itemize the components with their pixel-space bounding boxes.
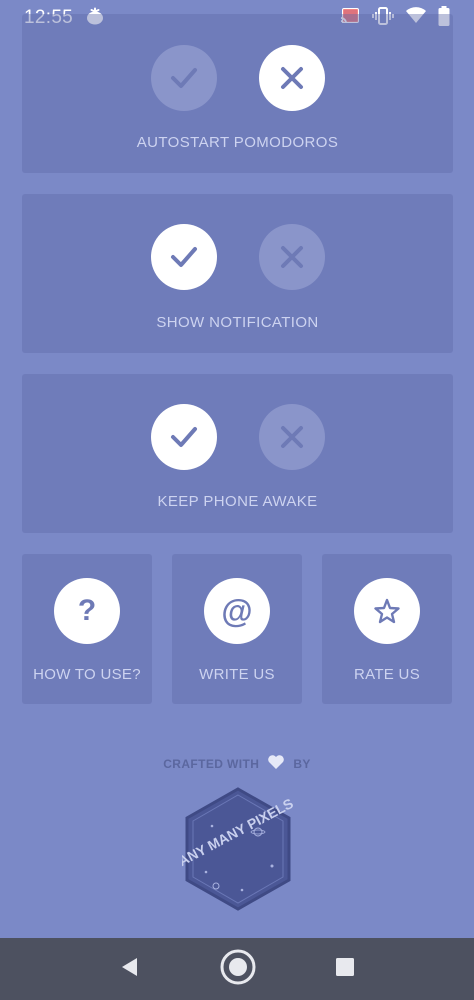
- star-icon: [354, 578, 420, 644]
- write-us-button[interactable]: @ WRITE US: [172, 554, 302, 704]
- rate-us-button[interactable]: RATE US: [322, 554, 452, 704]
- close-icon: [280, 426, 303, 448]
- close-icon: [280, 67, 303, 89]
- action-label: WRITE US: [199, 666, 275, 683]
- recents-icon[interactable]: [335, 957, 355, 982]
- by-label: BY: [293, 756, 311, 771]
- navigation-bar: [0, 938, 474, 1000]
- check-icon: [170, 68, 197, 88]
- home-icon[interactable]: [219, 948, 257, 991]
- check-icon: [170, 427, 197, 447]
- setting-card-notification: SHOW NOTIFICATION: [22, 194, 453, 353]
- crafted-with-text: CRAFTED WITH BY: [0, 754, 474, 773]
- action-label: HOW TO USE?: [33, 666, 141, 683]
- crafted-with-label: CRAFTED WITH: [163, 756, 260, 771]
- question-icon: ?: [54, 578, 120, 644]
- setting-card-keep-awake: KEEP PHONE AWAKE: [22, 374, 453, 533]
- disable-button-keep-awake[interactable]: [258, 404, 325, 470]
- many-many-pixels-logo[interactable]: MANY MANY PIXELS: [165, 786, 296, 912]
- setting-label: SHOW NOTIFICATION: [156, 314, 319, 331]
- back-icon[interactable]: [119, 956, 141, 983]
- disable-button-notification[interactable]: [258, 224, 325, 290]
- how-to-use-button[interactable]: ? HOW TO USE?: [22, 554, 152, 704]
- enable-button-autostart[interactable]: [150, 45, 217, 111]
- action-label: RATE US: [354, 666, 420, 683]
- heart-icon: [267, 754, 285, 773]
- setting-card-autostart: AUTOSTART POMODOROS: [22, 14, 453, 173]
- at-icon: @: [204, 578, 270, 644]
- enable-button-keep-awake[interactable]: [150, 404, 217, 470]
- setting-label: AUTOSTART POMODOROS: [136, 134, 339, 151]
- enable-button-notification[interactable]: [150, 224, 217, 290]
- disable-button-autostart[interactable]: [258, 45, 325, 111]
- close-icon: [280, 246, 303, 268]
- setting-label: KEEP PHONE AWAKE: [157, 493, 318, 510]
- check-icon: [170, 247, 197, 267]
